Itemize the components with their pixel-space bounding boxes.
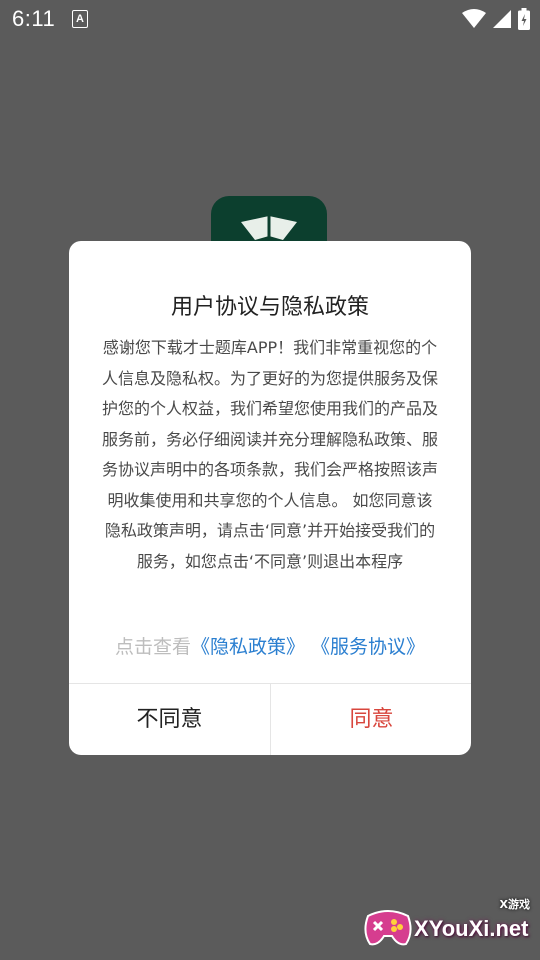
status-icons — [462, 7, 530, 31]
dialog-body-text: 感谢您下载才士题库APP！我们非常重视您的个人信息及隐私权。为了更好的为您提供服… — [101, 338, 438, 571]
privacy-dialog: 用户协议与隐私政策 感谢您下载才士题库APP！我们非常重视您的个人信息及隐私权。… — [69, 241, 471, 755]
watermark-sub: X游戏 — [499, 898, 530, 911]
privacy-policy-link[interactable]: 《隐私政策》 — [191, 636, 305, 658]
notification-a-icon: A — [72, 10, 88, 28]
policy-links: 点击查看《隐私政策》 《服务协议》 — [69, 633, 471, 661]
signal-icon — [493, 10, 511, 28]
status-bar: 6:11 A — [0, 0, 540, 38]
status-time: 6:11 — [12, 6, 56, 31]
watermark: X游戏 XYouXi.net — [362, 894, 532, 954]
gamepad-logo-icon — [364, 910, 412, 946]
watermark-text: XYouXi.net — [414, 916, 529, 941]
agree-button[interactable]: 同意 — [271, 684, 471, 755]
service-agreement-link[interactable]: 《服务协议》 — [311, 636, 425, 658]
disagree-button[interactable]: 不同意 — [69, 684, 270, 755]
battery-icon — [518, 8, 530, 30]
links-prefix: 点击查看 — [114, 636, 191, 658]
wifi-icon — [462, 9, 486, 28]
dialog-title: 用户协议与隐私政策 — [170, 295, 369, 320]
